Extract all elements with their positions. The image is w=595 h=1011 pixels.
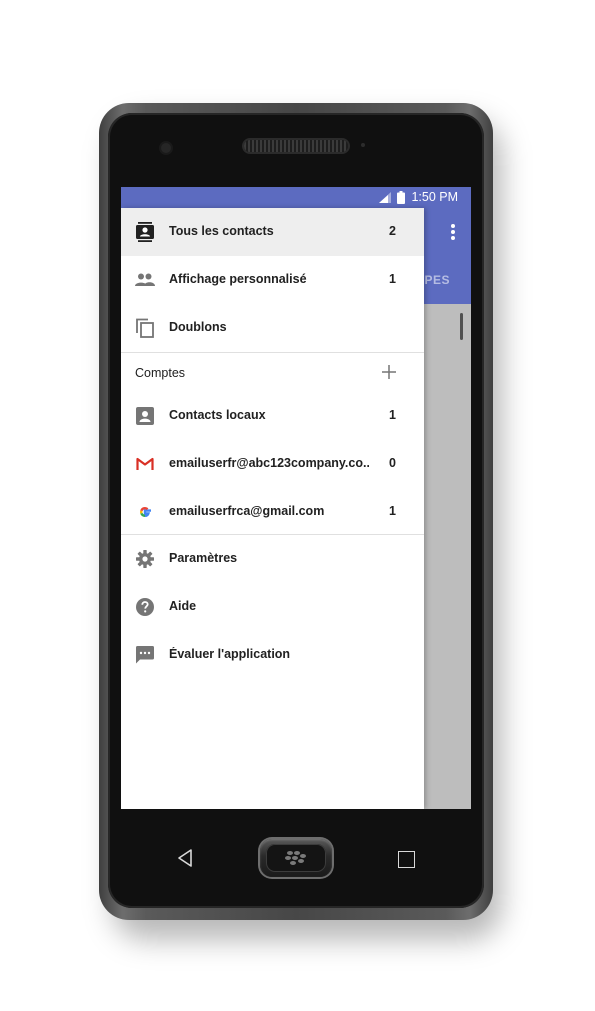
drawer-item-label: Aide: [169, 599, 197, 613]
status-bar: 1:50 PM: [121, 187, 471, 208]
drawer-item-label: Évaluer l'application: [169, 647, 291, 661]
drawer-item-all-contacts[interactable]: Tous les contacts 2: [121, 208, 424, 256]
drawer-item-label: Doublons: [169, 320, 227, 334]
drawer-item-settings[interactable]: Paramètres: [121, 535, 424, 583]
earpiece-speaker: [244, 140, 348, 152]
drawer-item-label: Affichage personnalisé: [169, 272, 307, 286]
back-icon[interactable]: [176, 848, 196, 868]
signal-icon: [379, 192, 392, 203]
drawer-item-count: 1: [389, 408, 396, 422]
drawer-item-help[interactable]: Aide: [121, 583, 424, 631]
drawer-item-label: Paramètres: [169, 551, 238, 565]
home-button[interactable]: [260, 839, 332, 877]
drawer-item-count: 0: [389, 456, 396, 470]
drawer-item-local-contacts[interactable]: Contacts locaux 1: [121, 392, 424, 440]
battery-icon: [397, 191, 406, 204]
plus-icon[interactable]: [378, 361, 400, 383]
drawer-item-count: 1: [389, 504, 396, 518]
recent-apps-icon[interactable]: [398, 851, 415, 868]
account-box-icon: [135, 404, 155, 428]
status-time: 1:50 PM: [411, 190, 458, 204]
scrollbar-thumb[interactable]: [460, 313, 463, 340]
google-icon: [135, 500, 155, 524]
people-icon: [135, 268, 155, 292]
help-icon: [135, 595, 155, 619]
accounts-section-header: Comptes: [121, 353, 424, 393]
contacts-book-icon: [135, 220, 155, 244]
navigation-drawer: Tous les contacts 2 Affichage personnali…: [121, 208, 424, 809]
drawer-item-duplicates[interactable]: Doublons: [121, 304, 424, 352]
proximity-sensor: [361, 143, 365, 147]
screen: UPES 1:50 PM Tous les contacts 2 Afficha…: [121, 187, 471, 809]
more-vert-icon[interactable]: [445, 222, 461, 242]
drawer-item-label: emailuserfr@abc123company.co...: [169, 456, 369, 470]
drawer-item-google-account[interactable]: emailuserfrca@gmail.com 1: [121, 488, 424, 536]
drawer-item-gmail-account[interactable]: emailuserfr@abc123company.co... 0: [121, 440, 424, 488]
drawer-item-rate-app[interactable]: Évaluer l'application: [121, 631, 424, 679]
blackberry-logo-icon: [266, 844, 326, 872]
gmail-icon: [135, 452, 155, 476]
drawer-item-label: Contacts locaux: [169, 408, 266, 422]
drawer-item-custom-view[interactable]: Affichage personnalisé 1: [121, 256, 424, 304]
copy-icon: [135, 316, 155, 340]
gear-icon: [135, 547, 155, 571]
feedback-icon: [135, 643, 155, 667]
drawer-item-count: 2: [389, 224, 396, 238]
drawer-item-count: 1: [389, 272, 396, 286]
accounts-section-title: Comptes: [135, 366, 186, 380]
drawer-item-label: emailuserfrca@gmail.com: [169, 504, 325, 518]
front-camera: [161, 143, 171, 153]
drawer-item-label: Tous les contacts: [169, 224, 274, 238]
